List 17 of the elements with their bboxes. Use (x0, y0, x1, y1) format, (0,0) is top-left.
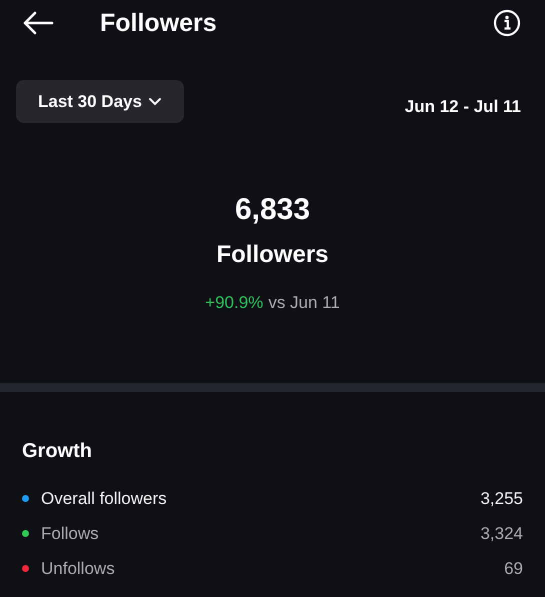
metric-value: 69 (504, 558, 523, 578)
page-title: Followers (100, 8, 218, 38)
follower-count: 6,833 (234, 193, 310, 227)
period-dropdown[interactable]: Last 30 Days (16, 80, 184, 123)
metric-value: 3,255 (480, 488, 523, 508)
follower-label: Followers (216, 241, 329, 269)
metric-value: 3,324 (480, 524, 523, 544)
metric-label[interactable]: Unfollows (41, 558, 504, 578)
section-title: Growth (22, 440, 93, 463)
back-arrow-icon[interactable] (22, 11, 54, 35)
info-icon[interactable] (493, 9, 521, 37)
metric-label[interactable]: Follows (41, 524, 480, 544)
date-range: Jun 12 - Jul 11 (404, 96, 521, 116)
metric-label[interactable]: Overall followers (41, 488, 480, 508)
change-percent: +90.9% (205, 293, 264, 313)
chevron-down-icon (148, 96, 162, 106)
comparison-text: vs Jun 11 (268, 293, 340, 313)
